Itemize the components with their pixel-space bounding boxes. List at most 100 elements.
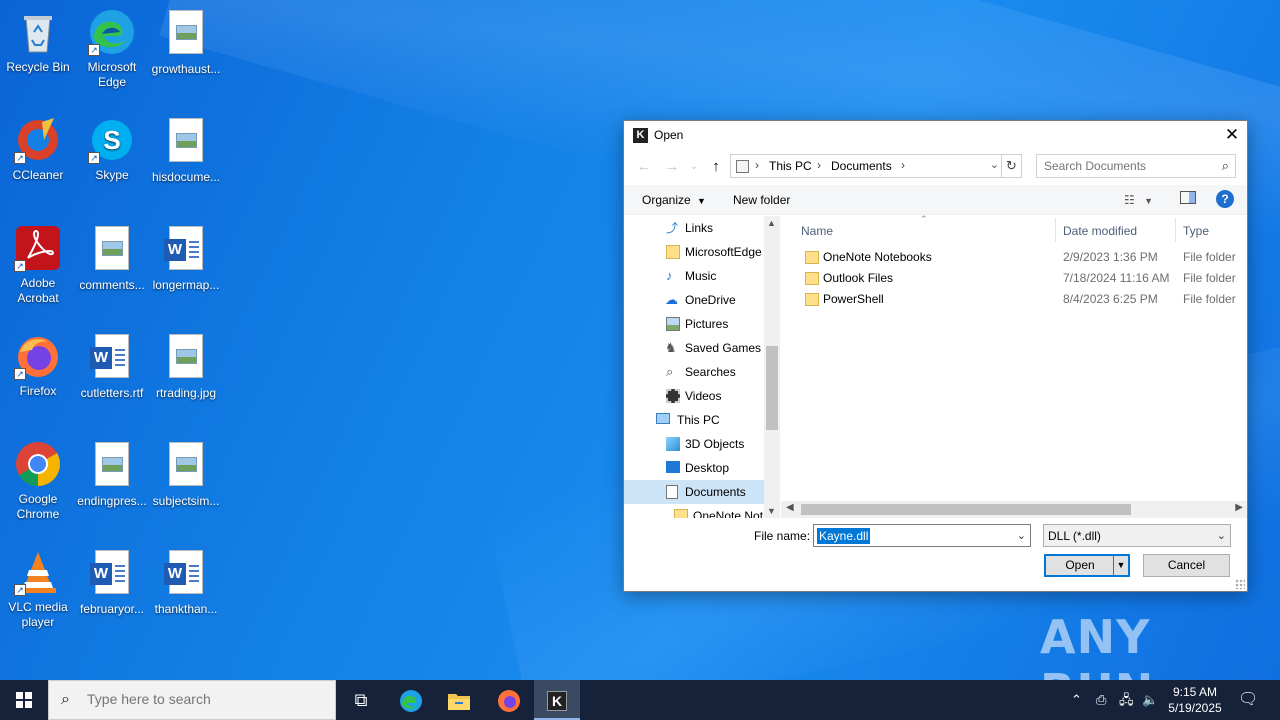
cancel-button[interactable]: Cancel [1143,554,1230,577]
tree-item-searches[interactable]: ⌕ Searches [624,360,764,384]
start-button[interactable] [0,680,48,720]
desktop-icon-growthaust[interactable]: growthaust... [148,8,224,77]
tree-item-music[interactable]: ♪ Music [624,264,764,288]
scroll-right-icon[interactable]: ▶ [1235,502,1243,513]
desktop-icon-subjectsim[interactable]: subjectsim... [148,440,224,509]
view-options-button[interactable]: ☷ ▼ [1124,193,1153,207]
tree-item-microsoftedge[interactable]: MicrosoftEdge [624,240,764,264]
tree-item-onedrive[interactable]: ☁ OneDrive [624,288,764,312]
tree-scrollbar[interactable]: ▲ ▼ [764,216,780,518]
tree-item-3d-objects[interactable]: 3D Objects [624,432,764,456]
desktop-icon-label: comments... [79,278,145,292]
chevron-down-icon[interactable]: ⌄ [990,158,999,171]
tree-item-videos[interactable]: Videos [624,384,764,408]
file-type-filter[interactable]: DLL (*.dll) ⌄ [1043,524,1231,547]
organize-button[interactable]: Organize ▼ [642,193,706,207]
network-icon[interactable]: 🖧 [1119,680,1134,720]
notifications-button[interactable]: 🗨 [1238,680,1258,720]
tree-item-onenote[interactable]: OneNote Not [624,504,764,518]
file-row[interactable]: OneNote Notebooks 2/9/2023 1:36 PM File … [781,247,1247,268]
recent-locations-button[interactable]: ⌄ [684,157,704,177]
desktop-icon-longermap[interactable]: W longermap... [148,224,224,293]
column-divider[interactable] [1175,218,1176,242]
chevron-down-icon[interactable]: ⌄ [1017,529,1026,542]
column-header-name[interactable]: Name [801,224,833,238]
clock-time: 9:15 AM [1172,685,1218,699]
image-file-icon [88,226,136,274]
breadcrumb-documents[interactable]: Documents [831,159,892,173]
desktop-icon-endingpres[interactable]: endingpres... [74,440,150,509]
scrollbar-thumb[interactable] [766,346,778,430]
scrollbar-thumb[interactable] [801,504,1131,515]
desktop-icon-adobe-acrobat[interactable]: ↗ Adobe Acrobat [0,224,76,306]
open-file-dialog: K Open ✕ ← → ⌄ ↑ › This PC › Documents ›… [623,120,1248,592]
desktop-icon-firefox[interactable]: ↗ Firefox [0,332,76,399]
file-list-horizontal-scrollbar[interactable]: ◀ ▶ [781,501,1247,518]
desktop-icon-comments[interactable]: comments... [74,224,150,293]
forward-button[interactable]: → [662,157,682,177]
windows-logo-icon [16,692,32,708]
tree-item-pictures[interactable]: Pictures [624,312,764,336]
file-name-field[interactable]: Kayne.dll ⌄ [813,524,1031,547]
taskbar-firefox[interactable] [486,680,532,720]
scroll-up-icon[interactable]: ▲ [767,218,776,228]
desktop-icon-ccleaner[interactable]: ↗ CCleaner [0,116,76,183]
scroll-down-icon[interactable]: ▼ [767,506,776,516]
desktop-icon-rtrading[interactable]: rtrading.jpg [148,332,224,401]
file-row[interactable]: PowerShell 8/4/2023 6:25 PM File folder [781,289,1247,310]
arrow-up-icon: ↑ [712,158,720,175]
taskbar-clock[interactable]: 9:15 AM 5/19/2025 [1162,684,1228,716]
desktop-icon-recycle-bin[interactable]: Recycle Bin [0,8,76,75]
address-bar[interactable]: › This PC › Documents › ⌄ ↻ [730,154,1022,178]
show-hidden-icons-button[interactable]: ⌃ [1071,680,1082,720]
desktop-icon-skype[interactable]: S ↗ Skype [74,116,150,183]
desktop-icon-cutletters[interactable]: W cutletters.rtf [74,332,150,401]
skype-icon: S ↗ [88,116,136,164]
scroll-left-icon[interactable]: ◀ [786,502,794,513]
caret-down-icon[interactable]: ▼ [1113,556,1128,575]
desktop-icon-hisdocume[interactable]: hisdocume... [148,116,224,185]
up-button[interactable]: ↑ [706,157,726,177]
tree-item-this-pc[interactable]: This PC [624,408,764,432]
open-button[interactable]: Open ▼ [1044,554,1130,577]
help-button[interactable]: ? [1216,190,1234,208]
task-view-button[interactable]: ⧉ [338,680,384,720]
dialog-titlebar[interactable]: K Open ✕ [624,121,1247,149]
desktop-icon-microsoft-edge[interactable]: ↗ Microsoft Edge [74,8,150,90]
chrome-icon [14,440,62,488]
desktop-icon-google-chrome[interactable]: Google Chrome [0,440,76,522]
back-button[interactable]: ← [634,157,654,177]
desktop-icon-februaryor[interactable]: W februaryor... [74,548,150,617]
tree-item-documents[interactable]: Documents [624,480,764,504]
desktop-icon-thankthan[interactable]: W thankthan... [148,548,224,617]
navigation-bar: ← → ⌄ ↑ › This PC › Documents › ⌄ ↻ ⌕ [632,154,1237,180]
refresh-button[interactable]: ↻ [1001,155,1021,177]
column-divider[interactable] [1055,218,1056,242]
tray-device-icon[interactable]: ⎙ [1096,680,1106,720]
tree-item-desktop[interactable]: Desktop [624,456,764,480]
column-header-date[interactable]: Date modified [1063,224,1137,238]
tree-item-saved-games[interactable]: ♞ Saved Games [624,336,764,360]
file-row[interactable]: Outlook Files 7/18/2024 11:16 AM File fo… [781,268,1247,289]
tree-item-label: Links [685,221,714,235]
new-folder-button[interactable]: New folder [733,193,790,207]
desktop-icon-vlc[interactable]: ↗ VLC media player [0,548,76,630]
close-button[interactable]: ✕ [1217,121,1247,149]
tree-item-links[interactable]: ⤴ Links [624,216,764,240]
column-header-type[interactable]: Type [1183,224,1209,238]
taskbar-active-app[interactable]: K [534,680,580,720]
taskbar-search-box[interactable]: ⌕ [48,680,336,720]
search-box[interactable]: ⌕ [1036,154,1236,178]
file-name-value[interactable]: Kayne.dll [817,528,871,544]
taskbar-search-input[interactable] [87,691,327,707]
file-type: File folder [1183,271,1236,285]
taskbar-edge[interactable] [388,680,434,720]
taskbar-file-explorer[interactable] [436,680,482,720]
breadcrumb-this-pc[interactable]: This PC [769,159,812,173]
file-name-label: File name: [754,529,811,543]
search-input[interactable] [1037,155,1207,177]
file-name: OneNote Notebooks [823,250,932,264]
preview-pane-button[interactable] [1180,191,1196,204]
resize-grip-icon[interactable] [1235,579,1245,589]
volume-icon[interactable]: 🔈 [1142,680,1158,720]
